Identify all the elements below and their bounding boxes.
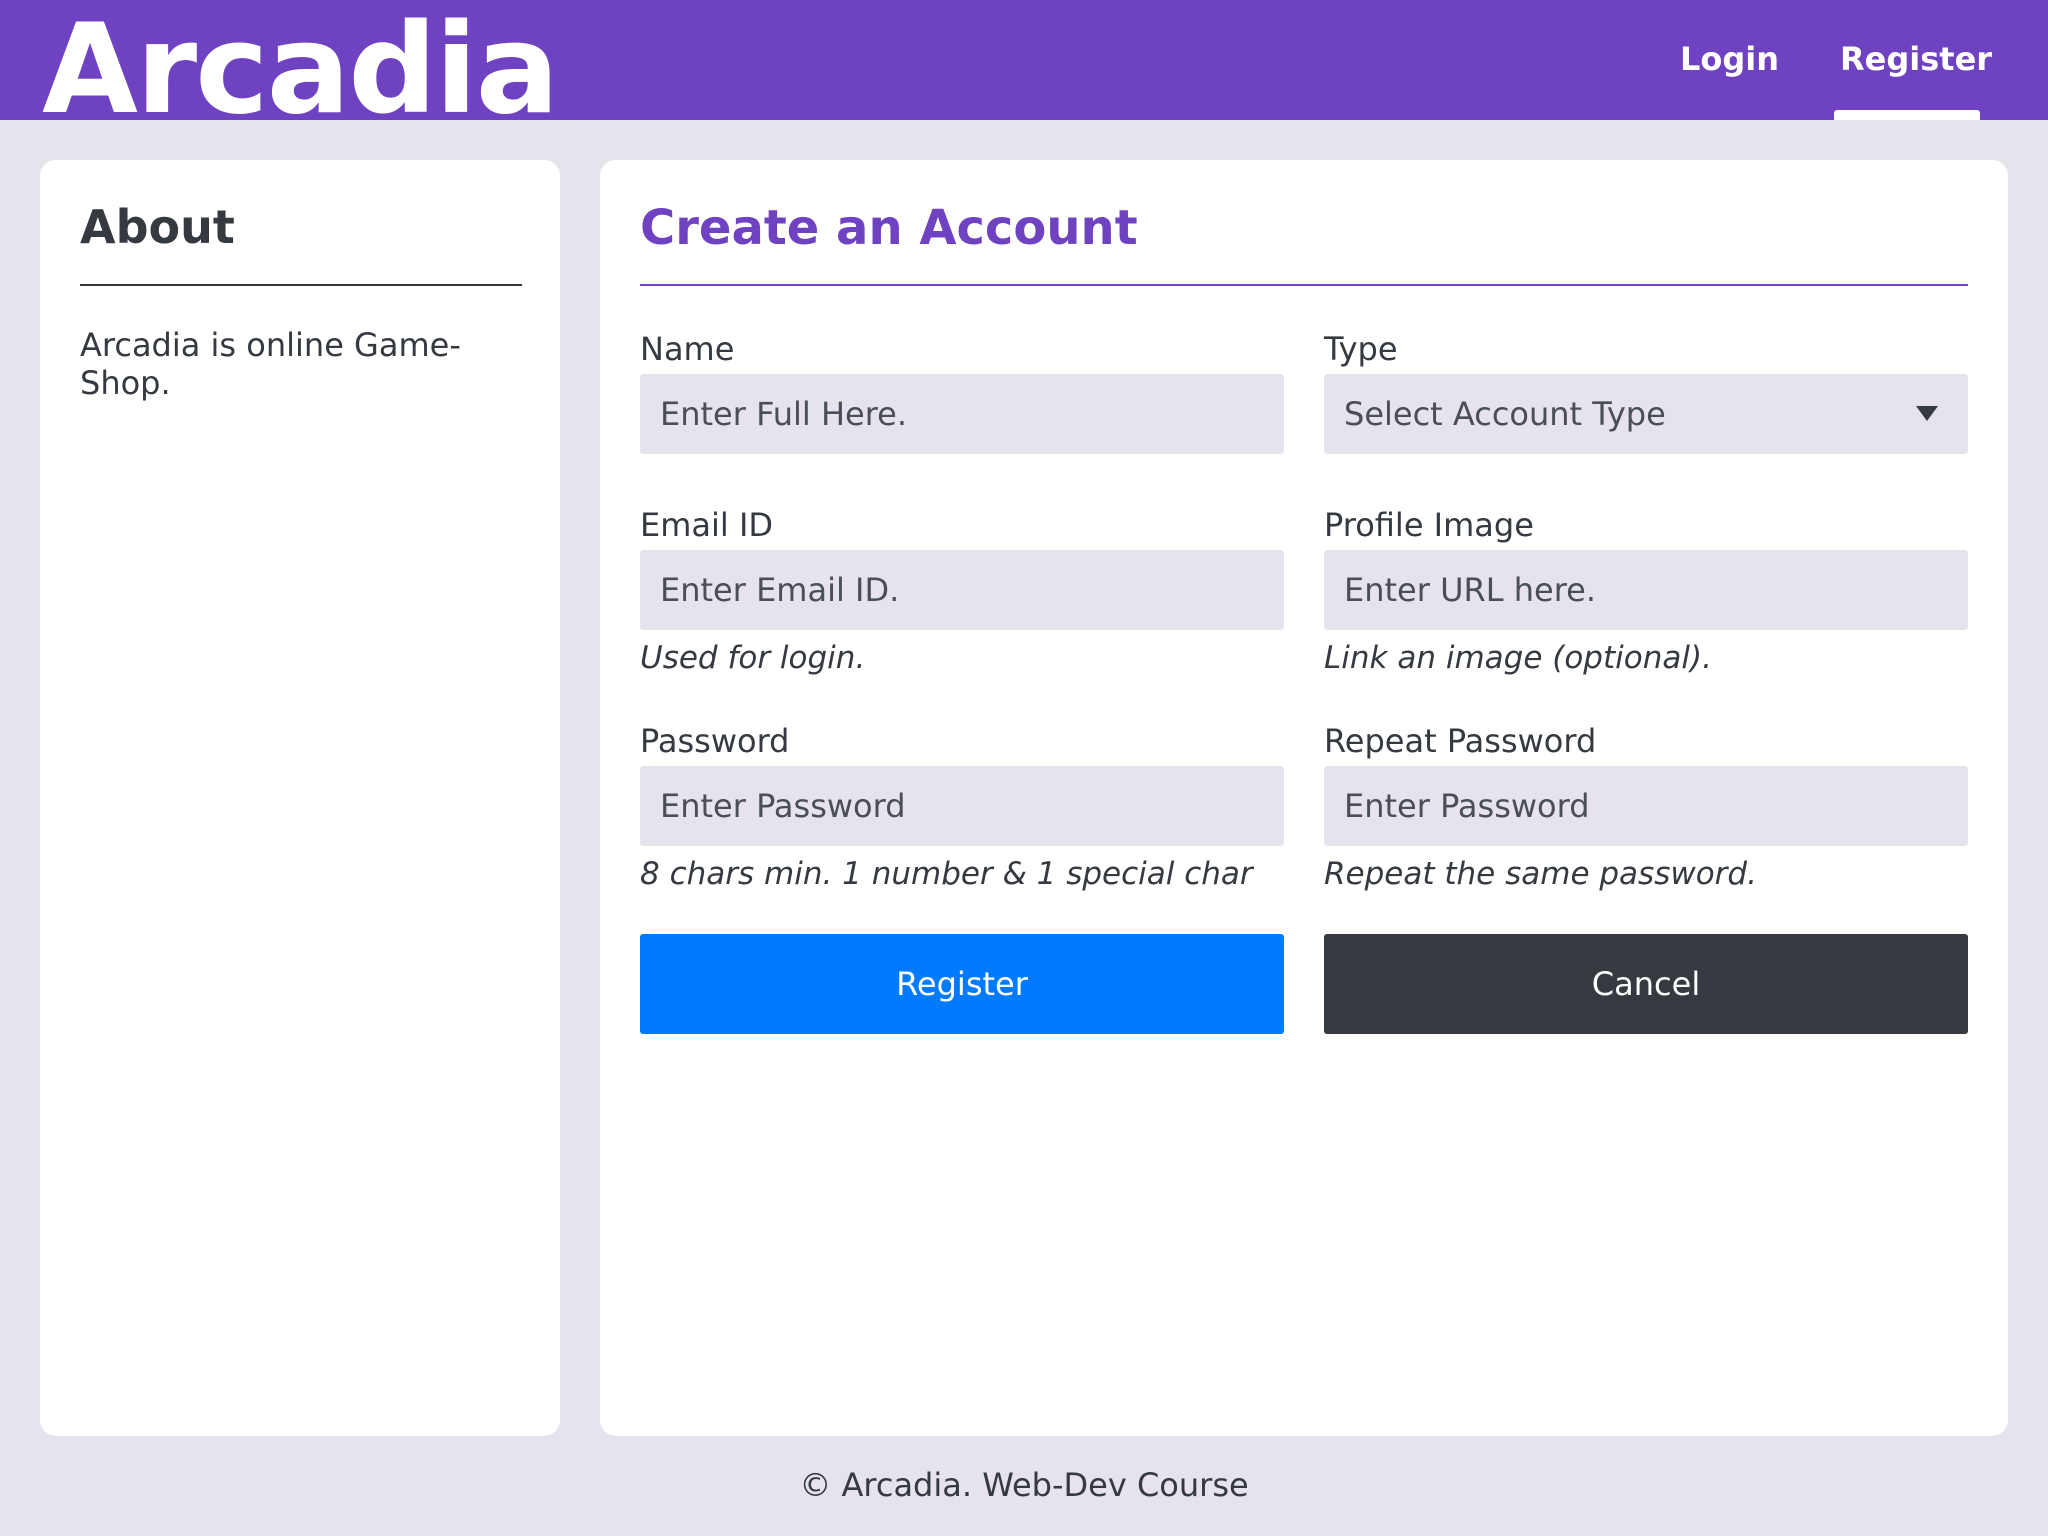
account-type-select[interactable]: Select Account Type	[1324, 374, 1968, 454]
type-label: Type	[1324, 330, 1398, 368]
name-label: Name	[640, 330, 735, 368]
password-help: 8 chars min. 1 number & 1 special char	[640, 856, 1253, 892]
profile-image-label: Profile Image	[1324, 506, 1534, 544]
profile-image-input[interactable]	[1324, 550, 1968, 630]
register-button[interactable]: Register	[640, 934, 1284, 1034]
repeat-password-input[interactable]	[1324, 766, 1968, 846]
password-input[interactable]	[640, 766, 1284, 846]
profile-image-help: Link an image (optional).	[1324, 640, 1712, 676]
repeat-password-help: Repeat the same password.	[1324, 856, 1757, 892]
nav-login-link[interactable]: Login	[1680, 40, 1779, 78]
account-type-selected: Select Account Type	[1344, 395, 1666, 433]
repeat-password-label: Repeat Password	[1324, 722, 1597, 760]
email-label: Email ID	[640, 506, 774, 544]
top-navbar: Arcadia Login Register	[0, 0, 2048, 120]
email-help: Used for login.	[640, 640, 866, 676]
about-card: About Arcadia is online Game-Shop.	[40, 160, 560, 1436]
password-label: Password	[640, 722, 790, 760]
chevron-down-icon	[1916, 406, 1938, 421]
about-title: About	[80, 200, 235, 254]
brand-logo[interactable]: Arcadia	[42, 8, 559, 120]
name-input[interactable]	[640, 374, 1284, 454]
active-nav-indicator	[1834, 110, 1980, 120]
page-title: Create an Account	[640, 200, 1138, 256]
cancel-button[interactable]: Cancel	[1324, 934, 1968, 1034]
footer-text: © Arcadia. Web-Dev Course	[799, 1466, 1249, 1504]
nav-register-link[interactable]: Register	[1840, 40, 1992, 78]
about-divider	[80, 284, 522, 286]
title-divider	[640, 284, 1968, 286]
email-input[interactable]	[640, 550, 1284, 630]
register-form-card: Create an Account Name Type Select Accou…	[600, 160, 2008, 1436]
about-description: Arcadia is online Game-Shop.	[80, 326, 461, 402]
